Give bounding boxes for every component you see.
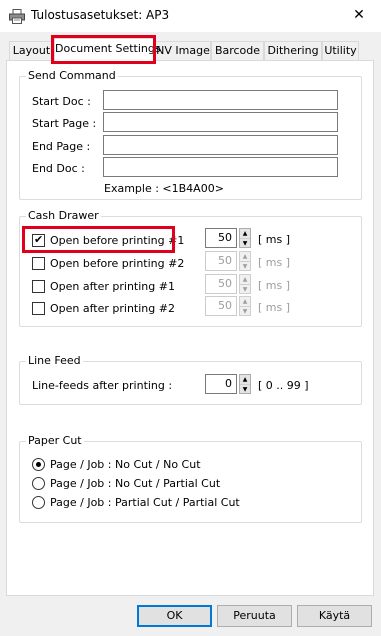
open-before-1-value[interactable]: 50 xyxy=(205,228,237,248)
send-command-legend: Send Command xyxy=(28,69,116,82)
spin-up-icon[interactable]: ▲ xyxy=(240,375,250,384)
document-settings-panel: Send Command Start Doc : Start Page : En… xyxy=(6,60,374,596)
start-doc-label: Start Doc : xyxy=(32,95,91,108)
open-before-1-unit: [ ms ] xyxy=(258,233,291,246)
end-page-input[interactable] xyxy=(103,135,338,155)
start-doc-input[interactable] xyxy=(103,90,338,110)
close-button[interactable]: ✕ xyxy=(337,0,381,32)
open-after-1-unit: [ ms ] xyxy=(258,279,291,292)
tab-strip: Layout Document Settings NV Image Barcod… xyxy=(0,38,381,62)
open-after-2-checkbox[interactable] xyxy=(32,302,45,315)
open-after-1-label[interactable]: Open after printing #1 xyxy=(50,280,175,293)
open-before-1-checkbox[interactable]: ✔ xyxy=(32,233,45,247)
open-after-1-checkbox[interactable] xyxy=(32,280,45,293)
open-after-2-value: 50 xyxy=(205,296,237,316)
spin-up-icon: ▲ xyxy=(242,298,248,305)
end-doc-label: End Doc : xyxy=(32,162,85,175)
ok-button[interactable]: OK xyxy=(137,605,212,627)
spin-up-icon[interactable]: ▲ xyxy=(240,229,250,238)
line-feed-legend: Line Feed xyxy=(28,354,81,367)
checkmark-icon: ✔ xyxy=(34,233,44,246)
spin-down-icon: ▼ xyxy=(240,284,250,293)
spin-down-icon[interactable]: ▼ xyxy=(240,384,250,393)
line-feed-range: [ 0 .. 99 ] xyxy=(258,379,309,392)
tab-layout[interactable]: Layout xyxy=(9,41,54,60)
open-before-2-value: 50 xyxy=(205,251,237,271)
printer-icon xyxy=(9,9,25,24)
no-cut-no-cut-label[interactable]: Page / Job : No Cut / No Cut xyxy=(50,458,201,471)
spin-down-icon: ▼ xyxy=(240,306,250,315)
line-feed-value[interactable]: 0 xyxy=(205,374,237,394)
open-after-1-spinner: ▲ ▼ xyxy=(239,274,251,294)
spin-up-icon: ▲ xyxy=(242,276,248,283)
line-feed-label: Line-feeds after printing : xyxy=(32,379,173,392)
title-bar: Tulostusasetukset: AP3 ✕ xyxy=(0,0,381,32)
spin-down-icon[interactable]: ▼ xyxy=(240,238,250,247)
spin-down-icon: ▼ xyxy=(240,261,250,270)
no-cut-partial-cut-label[interactable]: Page / Job : No Cut / Partial Cut xyxy=(50,477,220,490)
open-after-2-label[interactable]: Open after printing #2 xyxy=(50,302,175,315)
start-page-label: Start Page : xyxy=(32,117,97,130)
open-before-2-checkbox[interactable] xyxy=(32,257,45,270)
tab-utility[interactable]: Utility xyxy=(322,41,359,60)
line-feed-spinner[interactable]: ▲ ▼ xyxy=(239,374,251,394)
open-before-2-label[interactable]: Open before printing #2 xyxy=(50,257,184,270)
tab-dithering[interactable]: Dithering xyxy=(264,41,322,60)
open-after-1-value: 50 xyxy=(205,274,237,294)
start-page-input[interactable] xyxy=(103,112,338,132)
spin-up-icon: ▲ xyxy=(242,253,248,260)
open-after-2-unit: [ ms ] xyxy=(258,301,291,314)
partial-cut-partial-cut-radio[interactable] xyxy=(32,496,45,509)
open-before-2-spinner: ▲ ▼ xyxy=(239,251,251,271)
end-page-label: End Page : xyxy=(32,140,91,153)
example-hint: Example : <1B4A00> xyxy=(104,182,224,195)
radio-selected-dot xyxy=(36,462,41,467)
window-title: Tulostusasetukset: AP3 xyxy=(31,8,170,22)
paper-cut-legend: Paper Cut xyxy=(28,434,82,447)
open-before-1-spinner[interactable]: ▲ ▼ xyxy=(239,228,251,248)
open-before-1-label[interactable]: Open before printing #1 xyxy=(50,234,184,247)
apply-button[interactable]: Käytä xyxy=(297,605,372,627)
tab-barcode[interactable]: Barcode xyxy=(211,41,264,60)
end-doc-input[interactable] xyxy=(103,157,338,177)
cash-drawer-legend: Cash Drawer xyxy=(28,209,99,222)
open-before-2-unit: [ ms ] xyxy=(258,256,291,269)
open-after-2-spinner: ▲ ▼ xyxy=(239,296,251,316)
partial-cut-partial-cut-label[interactable]: Page / Job : Partial Cut / Partial Cut xyxy=(50,496,240,509)
no-cut-partial-cut-radio[interactable] xyxy=(32,477,45,490)
no-cut-no-cut-radio[interactable] xyxy=(32,458,45,471)
close-icon: ✕ xyxy=(353,7,365,23)
tab-document-settings[interactable]: Document Settings xyxy=(54,38,161,61)
tab-nv-image[interactable]: NV Image xyxy=(155,41,211,60)
cancel-button[interactable]: Peruuta xyxy=(217,605,292,627)
